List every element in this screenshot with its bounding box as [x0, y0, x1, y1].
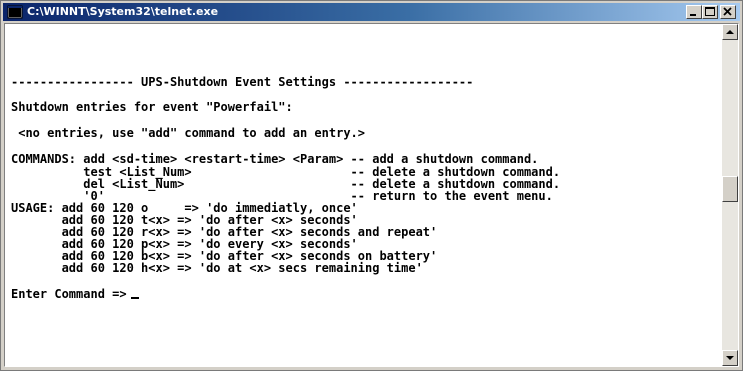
title-bar[interactable]: C:\WINNT\System32\telnet.exe: [3, 3, 740, 21]
vertical-scrollbar[interactable]: [722, 24, 738, 366]
scroll-down-button[interactable]: [722, 350, 738, 366]
console-client-area: ----------------- UPS-Shutdown Event Set…: [4, 23, 739, 367]
no-entries-line: <no entries, use "add" command to add an…: [11, 126, 366, 140]
scroll-up-button[interactable]: [722, 24, 738, 40]
scroll-up-arrow-icon: [723, 25, 737, 39]
commands-line-add: COMMANDS: add <sd-time> <restart-time> <…: [11, 152, 539, 166]
usage-line-h: add 60 120 h<x> => 'do at <x> secs remai…: [11, 261, 423, 275]
minimize-button[interactable]: [686, 5, 702, 19]
close-button[interactable]: [720, 5, 736, 19]
window-title: C:\WINNT\System32\telnet.exe: [27, 5, 219, 18]
scroll-down-arrow-icon: [723, 351, 737, 365]
scrollbar-thumb[interactable]: [722, 176, 738, 202]
console-output[interactable]: ----------------- UPS-Shutdown Event Set…: [5, 24, 722, 366]
text-cursor: [130, 297, 139, 299]
console-app-icon[interactable]: [7, 4, 23, 20]
minimize-icon: [687, 6, 701, 18]
command-prompt: Enter Command =>: [11, 287, 127, 301]
maximize-button[interactable]: [702, 5, 718, 19]
close-icon: [721, 6, 735, 18]
entries-heading-line: Shutdown entries for event "Powerfail":: [11, 100, 293, 114]
telnet-window: C:\WINNT\System32\telnet.exe -----------…: [0, 0, 743, 371]
command-prompt-line[interactable]: Enter Command =>: [11, 288, 139, 300]
maximize-icon: [703, 6, 717, 18]
section-header-line: ----------------- UPS-Shutdown Event Set…: [11, 75, 474, 89]
